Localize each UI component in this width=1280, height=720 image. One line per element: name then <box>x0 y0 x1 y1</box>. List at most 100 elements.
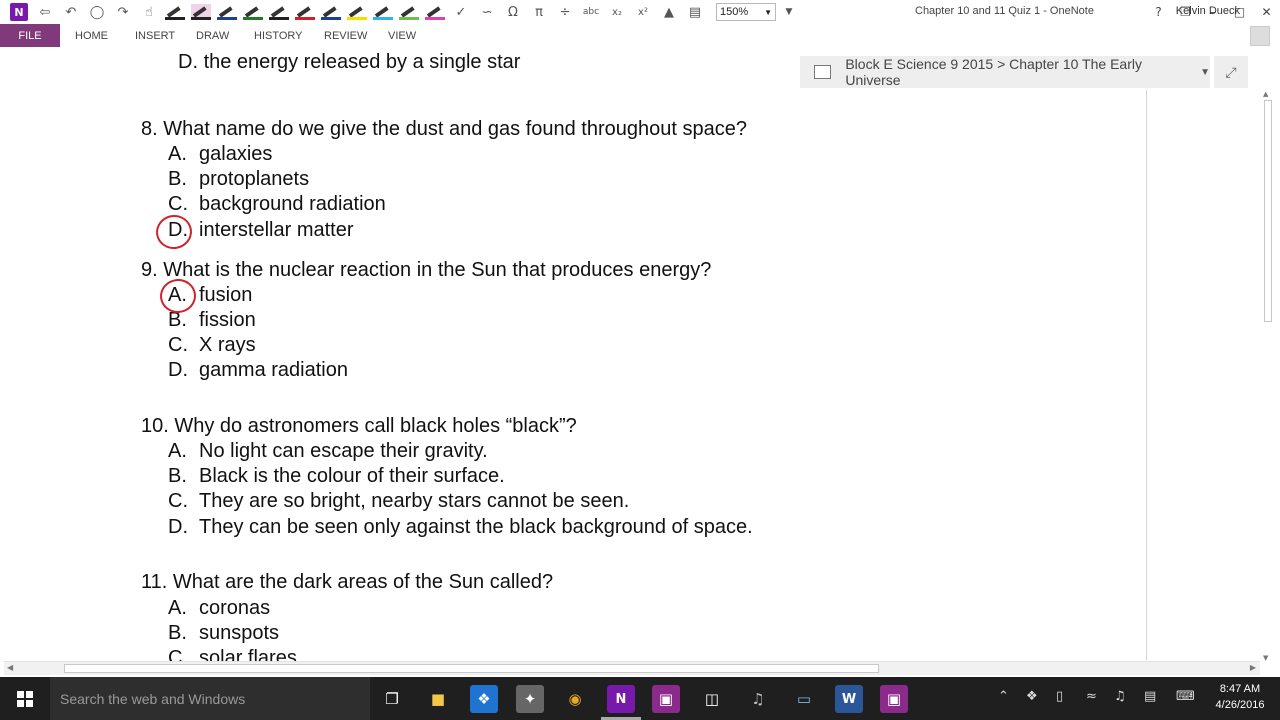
option-text: No light can escape their gravity. <box>199 440 488 462</box>
file-explorer-icon[interactable]: ■ <box>424 685 452 713</box>
zoom-select[interactable]: 150% ▼ <box>716 3 776 21</box>
eraser-icon[interactable]: ✓ <box>448 1 474 23</box>
superscript-icon[interactable]: x² <box>630 1 656 23</box>
horizontal-scrollbar[interactable]: ◀ ▶ <box>4 661 1260 675</box>
customize-toolbar-icon[interactable]: ▼ <box>776 1 802 23</box>
tab-insert[interactable]: INSERT <box>135 24 175 47</box>
pen-2-icon[interactable] <box>191 4 211 20</box>
pen-8-icon[interactable] <box>347 4 367 20</box>
dropbox-icon[interactable]: ❖ <box>470 685 498 713</box>
page-content[interactable]: D. the energy released by a single star … <box>0 47 1146 661</box>
expand-icon[interactable]: ⤢ <box>1214 56 1248 88</box>
quick-access-toolbar: N ⇦ ↶ ◯ ↷ ☝ ✓ ∽ Ω π ÷ abc x₂ x² ▲ ▤ 150%… <box>0 0 802 24</box>
chrome-icon[interactable]: ◉ <box>561 685 589 713</box>
notifications-icon[interactable]: ▤ <box>1144 689 1156 704</box>
start-button[interactable] <box>0 677 50 720</box>
taskbar: Search the web and Windows ❐ ■ ❖ ✦ ◉ N ▣… <box>0 677 1280 720</box>
tab-view[interactable]: VIEW <box>388 24 416 47</box>
question-9: 9. What is the nuclear reaction in the S… <box>141 259 711 282</box>
pen-5-icon[interactable] <box>269 4 289 20</box>
taskbar-search[interactable]: Search the web and Windows <box>50 677 370 720</box>
pen-color-swatch <box>243 17 263 20</box>
option-10b: B. Black is the colour of their surface. <box>168 465 505 488</box>
tab-review[interactable]: REVIEW <box>324 24 367 47</box>
option-letter: D. <box>178 51 198 73</box>
pen-1-icon[interactable] <box>165 4 185 20</box>
windows-logo-icon <box>17 690 33 707</box>
network-drive-icon[interactable]: ◫ <box>698 685 726 713</box>
option-11c: C. solar flares <box>168 647 297 661</box>
subscript-icon[interactable]: x₂ <box>604 1 630 23</box>
tab-history[interactable]: HISTORY <box>254 24 303 47</box>
task-view-icon[interactable]: ❐ <box>378 685 406 713</box>
equation-icon[interactable]: π <box>526 1 552 23</box>
pen-11-icon[interactable] <box>425 4 445 20</box>
clock[interactable]: 8:47 AM 4/26/2016 <box>1210 681 1270 713</box>
pen-4-icon[interactable] <box>243 4 263 20</box>
draw-shapes-icon[interactable]: ▲ <box>656 1 682 23</box>
help-icon[interactable]: ? <box>1145 0 1172 24</box>
chevron-up-icon[interactable]: ⌃ <box>998 689 1009 704</box>
option-text: galaxies <box>199 143 273 165</box>
question-8: 8. What name do we give the dust and gas… <box>141 118 747 141</box>
page-view-icon[interactable]: ▤ <box>682 1 708 23</box>
user-name[interactable]: Kelvin Dueck <box>1176 5 1240 17</box>
chevron-down-icon[interactable]: ▼ <box>1200 67 1210 78</box>
lasso-icon[interactable]: ◯ <box>84 1 110 23</box>
dropbox-tray-icon[interactable]: ❖ <box>1026 689 1038 704</box>
option-letter: C. <box>168 647 188 661</box>
undo-icon[interactable]: ↶ <box>58 1 84 23</box>
itunes-icon[interactable]: ♫ <box>744 685 772 713</box>
remote-desktop-icon[interactable]: ▭ <box>790 685 818 713</box>
store-icon[interactable]: ✦ <box>516 685 544 713</box>
onenote-taskbar-icon[interactable]: N <box>607 685 635 713</box>
vertical-scroll-thumb[interactable] <box>1264 100 1272 322</box>
word-icon[interactable]: W <box>835 685 863 713</box>
clock-date: 4/26/2016 <box>1215 699 1265 711</box>
question-text: What are the dark areas of the Sun calle… <box>172 571 554 593</box>
pen-9-icon[interactable] <box>373 4 393 20</box>
onenote-alt-icon[interactable]: ▣ <box>880 685 908 713</box>
volume-icon[interactable]: ♫ <box>1114 689 1126 704</box>
pen-3-icon[interactable] <box>217 4 237 20</box>
option-letter: A. <box>168 597 187 619</box>
insert-space-icon[interactable]: ÷ <box>552 1 578 23</box>
tab-draw[interactable]: DRAW <box>196 24 229 47</box>
pen-nib <box>348 6 363 18</box>
keyboard-icon[interactable]: ⌨ <box>1176 689 1195 704</box>
close-icon[interactable]: ✕ <box>1253 0 1280 24</box>
pen-6-icon[interactable] <box>295 4 315 20</box>
pen-color-swatch <box>399 17 419 20</box>
back-icon[interactable]: ⇦ <box>32 1 58 23</box>
strikethrough-icon[interactable]: abc <box>578 1 604 23</box>
redo-icon[interactable]: ↷ <box>110 1 136 23</box>
symbol-icon[interactable]: Ω <box>500 1 526 23</box>
onenote-clip-icon[interactable]: ▣ <box>652 685 680 713</box>
type-select-icon[interactable]: ☝ <box>136 1 162 23</box>
avatar[interactable] <box>1250 26 1270 46</box>
horizontal-scroll-thumb[interactable] <box>64 664 879 673</box>
question-text: Why do astronomers call black holes “bla… <box>174 415 577 437</box>
option-text: They are so bright, nearby stars cannot … <box>199 490 630 512</box>
question-number: 11. <box>141 571 168 593</box>
scroll-left-icon[interactable]: ◀ <box>7 663 13 672</box>
scroll-down-icon[interactable]: ▼ <box>1263 654 1268 662</box>
pen-color-swatch <box>425 17 445 20</box>
option-10c: C. They are so bright, nearby stars canno… <box>168 490 629 513</box>
pen-7-icon[interactable] <box>321 4 341 20</box>
scroll-up-icon[interactable]: ▲ <box>1263 90 1268 98</box>
option-8a: A. galaxies <box>168 143 272 166</box>
ribbon-tabs: FILE HOME INSERT DRAW HISTORY REVIEW VIE… <box>0 24 1280 47</box>
vertical-scrollbar[interactable]: ▲ ▼ <box>1262 90 1274 662</box>
lasso-select-icon[interactable]: ∽ <box>474 1 500 23</box>
option-9d: D. gamma radiation <box>168 359 348 382</box>
section-pane-divider[interactable] <box>1146 90 1147 660</box>
pen-10-icon[interactable] <box>399 4 419 20</box>
battery-icon[interactable]: ▯ <box>1056 689 1063 704</box>
tab-home[interactable]: HOME <box>75 24 108 47</box>
wifi-icon[interactable]: ≈ <box>1086 689 1097 704</box>
option-8d: D. interstellar matter <box>168 219 354 242</box>
tab-file[interactable]: FILE <box>0 24 60 47</box>
pen-nib <box>322 6 337 18</box>
scroll-right-icon[interactable]: ▶ <box>1250 663 1256 672</box>
